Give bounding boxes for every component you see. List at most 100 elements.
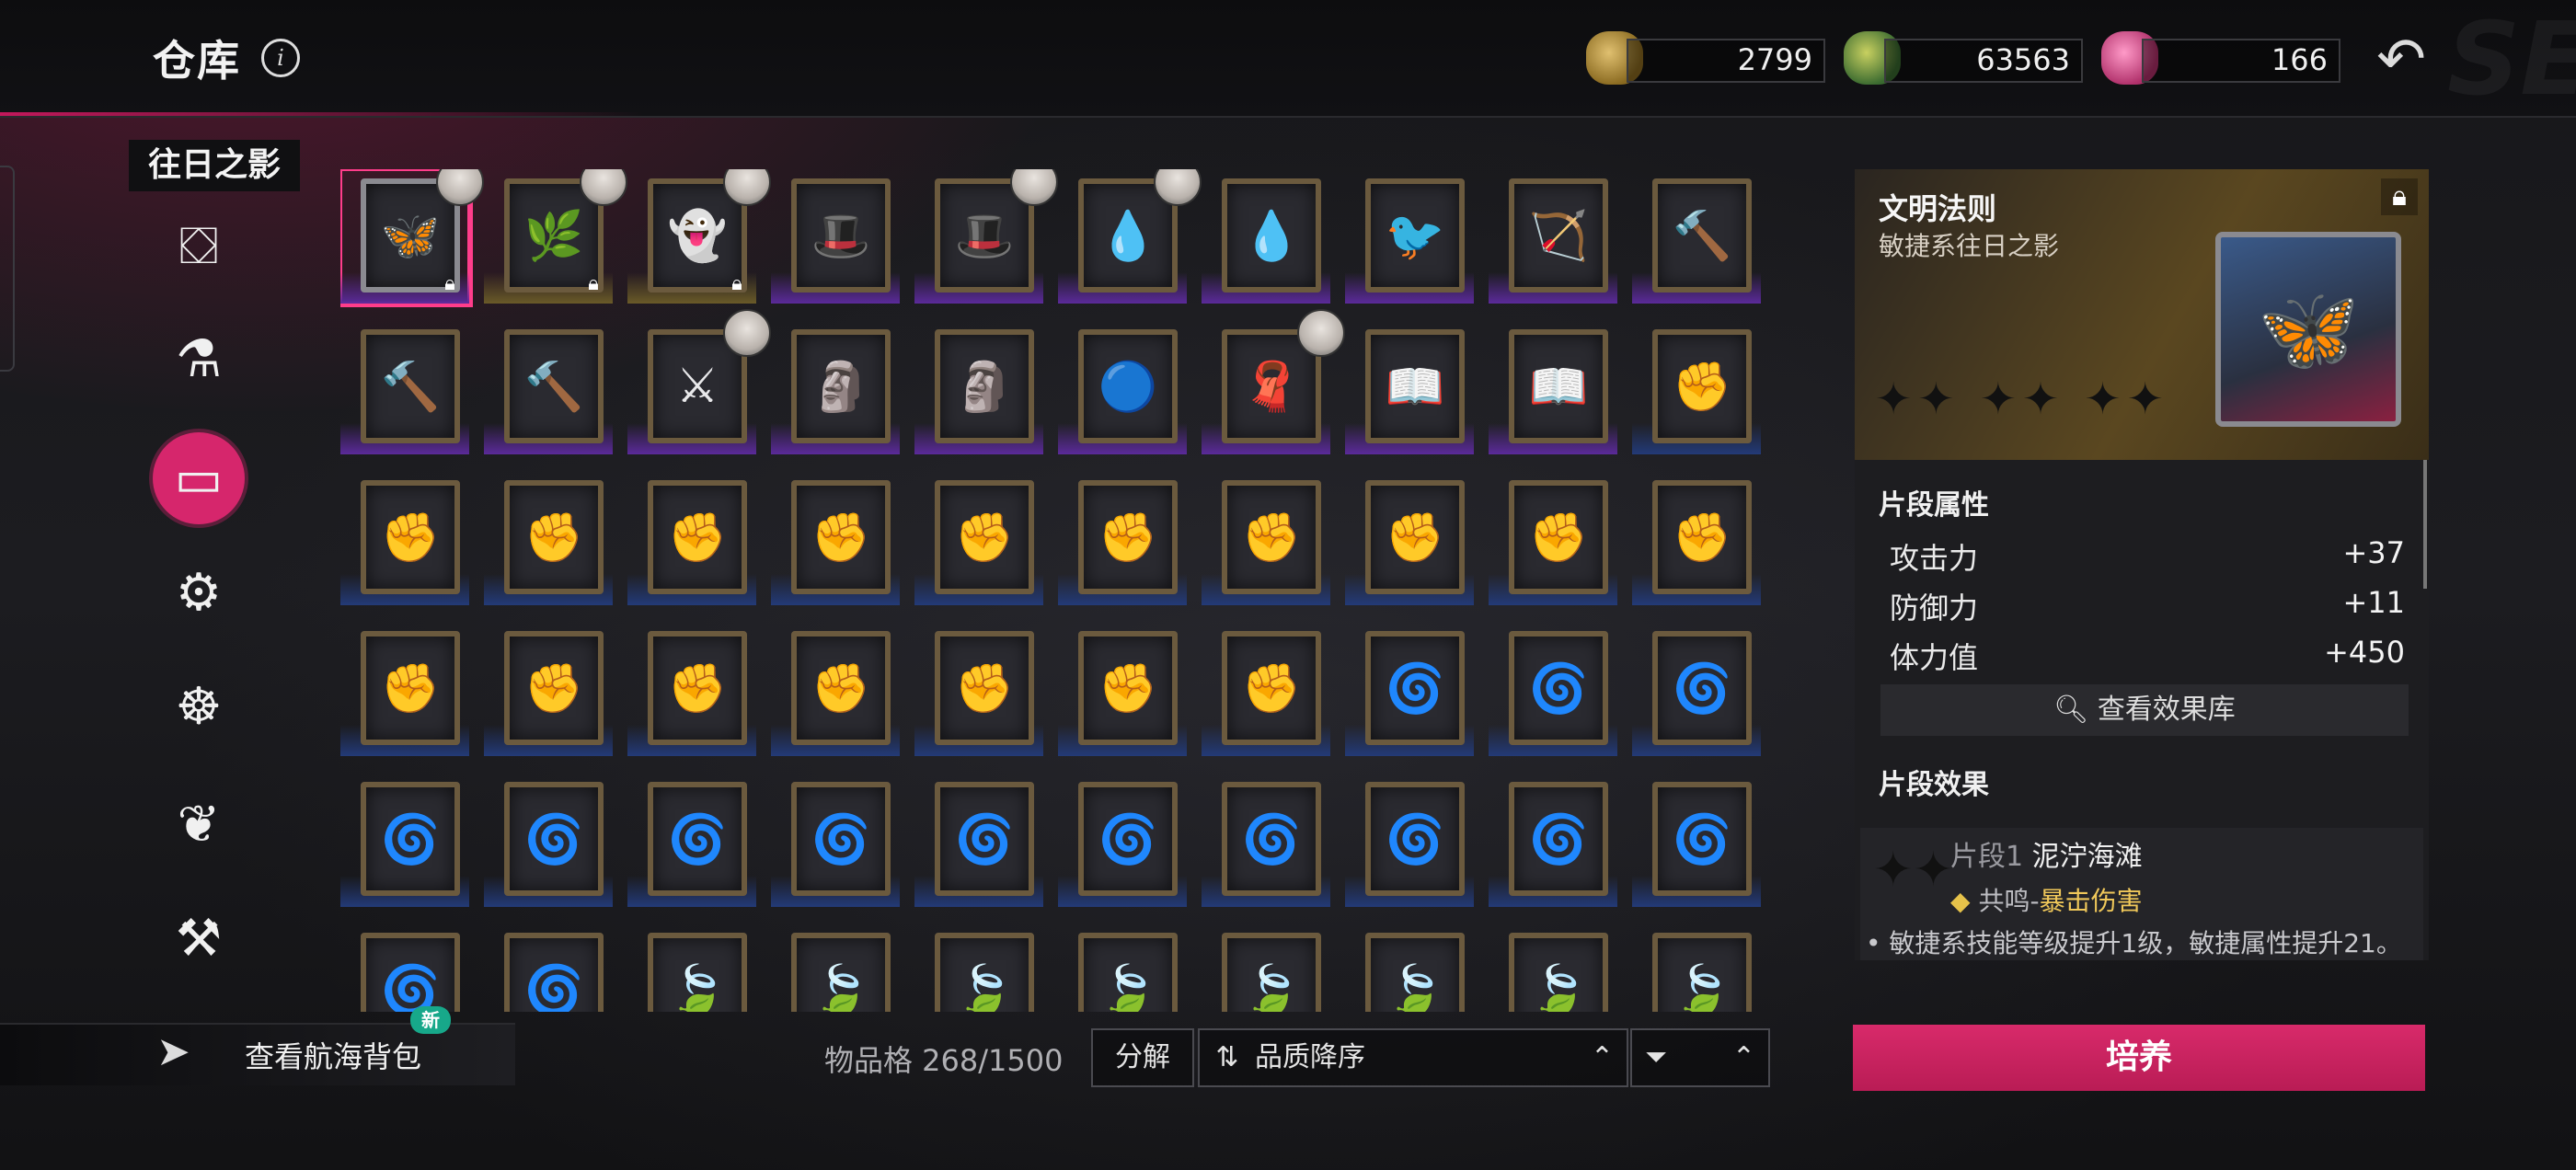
item-slot[interactable]: 🍃	[914, 923, 1043, 1012]
currency-box: 2799	[1627, 39, 1825, 83]
item-slot[interactable]: ⚔	[627, 309, 771, 454]
item-slot[interactable]: ✊	[771, 622, 900, 756]
item-slot[interactable]: 🌀	[914, 773, 1043, 907]
rating-stars: ✦✦ ✦✦ ✦✦	[1875, 373, 2169, 425]
effect-level: 片段1	[1950, 841, 2024, 873]
chevron-up-icon: ⌃	[1731, 1041, 1755, 1073]
item-slot[interactable]: 🌀	[484, 923, 613, 1012]
view-bag-link[interactable]: 查看航海背包	[245, 1034, 421, 1076]
back-arrow-icon[interactable]: ↶	[2364, 28, 2438, 92]
item-slot[interactable]: 📖	[1345, 320, 1474, 454]
treasure-chest-icon[interactable]: ⛋	[153, 201, 245, 292]
item-slot[interactable]: 🦋 🔒︎	[340, 169, 484, 307]
item-slot[interactable]: 🍃	[771, 923, 900, 1012]
item-art: ✊	[504, 480, 604, 594]
item-slot[interactable]: 🌀	[1632, 773, 1761, 907]
sort-dropdown[interactable]: ⇅ 品质降序 ⌃	[1198, 1028, 1628, 1087]
item-slot[interactable]: 🧣	[1202, 309, 1345, 454]
item-slot[interactable]: 📖	[1489, 320, 1617, 454]
filter-button[interactable]: ⏷ ⌃	[1630, 1028, 1770, 1087]
lock-icon[interactable]: 🔒︎	[2381, 178, 2418, 215]
item-art: ✊	[1509, 480, 1608, 594]
item-slot[interactable]: 👻 🔒︎	[627, 169, 771, 304]
item-slot[interactable]: ✊	[914, 622, 1043, 756]
attr-value: +37	[2342, 535, 2405, 570]
potion-bottle-icon[interactable]: ⚗	[153, 313, 245, 405]
train-button[interactable]: 培养	[1853, 1025, 2425, 1091]
item-slot[interactable]: 🌀	[1345, 773, 1474, 907]
item-slot[interactable]: 🍃	[1489, 923, 1617, 1012]
item-slot[interactable]: 🔨	[484, 320, 613, 454]
herb-branch-icon[interactable]: ❦	[153, 778, 245, 870]
search-icon: 🔍︎	[2053, 694, 2098, 726]
item-slot[interactable]: 🍃	[1345, 923, 1474, 1012]
item-slot[interactable]: 🌀	[1489, 773, 1617, 907]
item-slot[interactable]: ✊	[1058, 622, 1187, 756]
item-slot[interactable]: 🌀	[771, 773, 900, 907]
item-slot[interactable]: ✊	[627, 622, 756, 756]
item-slot[interactable]: ✊	[1632, 320, 1761, 454]
cog-icon[interactable]: ⚙	[153, 546, 245, 638]
item-slot[interactable]: ✊	[1345, 471, 1474, 605]
item-slot[interactable]: ✊	[484, 622, 613, 756]
item-slot[interactable]: ✊	[771, 471, 900, 605]
item-slot[interactable]: ✊	[1632, 471, 1761, 605]
item-slot[interactable]: 🌀	[1345, 622, 1474, 756]
item-slot[interactable]: 🌀	[340, 773, 469, 907]
item-slot[interactable]: 🍃	[627, 923, 756, 1012]
info-icon[interactable]: i	[261, 39, 300, 77]
item-slot[interactable]: ✊	[340, 471, 469, 605]
item-slot[interactable]: ✊	[914, 471, 1043, 605]
item-slot[interactable]: ✊	[484, 471, 613, 605]
item-slot[interactable]: 🏹	[1489, 169, 1617, 304]
item-slot[interactable]: 💧	[1058, 169, 1202, 304]
item-slot[interactable]: 🔨	[1632, 169, 1761, 304]
item-slot[interactable]: ✊	[1202, 471, 1330, 605]
decompose-button[interactable]: 分解	[1091, 1028, 1194, 1087]
item-slot[interactable]: 🍃	[1058, 923, 1187, 1012]
item-slot[interactable]: ✊	[627, 471, 756, 605]
attr-section-title: 片段属性	[1879, 489, 1989, 522]
detail-scrollbar[interactable]	[2423, 460, 2427, 589]
item-slot[interactable]: 🌀	[627, 773, 756, 907]
item-slot[interactable]: ✊	[1202, 622, 1330, 756]
item-slot[interactable]: 🗿	[771, 320, 900, 454]
item-slot[interactable]: 🌀	[1489, 622, 1617, 756]
item-slot[interactable]: 🌀	[484, 773, 613, 907]
item-slot[interactable]: ✊	[1489, 471, 1617, 605]
item-art: ✊	[935, 480, 1034, 594]
item-slot[interactable]: 🍃	[1632, 923, 1761, 1012]
view-effect-library-button[interactable]: 🔍︎ 查看效果库	[1880, 684, 2409, 736]
item-slot[interactable]: 🎩	[771, 169, 900, 304]
item-slot[interactable]: 🍃	[1202, 923, 1330, 1012]
item-slot[interactable]: 🔵	[1058, 320, 1187, 454]
picture-frame-icon[interactable]: ▭	[153, 432, 245, 524]
item-art: ✊	[1652, 329, 1752, 443]
item-art: ✊	[1652, 480, 1752, 594]
item-art: ✊	[791, 480, 891, 594]
item-type: 敏捷系往日之影	[1879, 231, 2060, 261]
item-slot[interactable]: ✊	[1058, 471, 1187, 605]
item-slot[interactable]: 🌀	[1632, 622, 1761, 756]
item-slot[interactable]: 🔨	[340, 320, 469, 454]
shovel-icon[interactable]: ⚒	[153, 892, 245, 984]
item-slot[interactable]: 🌀	[1058, 773, 1187, 907]
item-slot[interactable]: 🌀	[340, 923, 469, 1012]
detail-panel: 文明法则 敏捷系往日之影 🔒︎ ✦✦ ✦✦ ✦✦ 🦋 片段属性 攻击力 +37 …	[1855, 169, 2429, 960]
item-art: ✊	[361, 480, 460, 594]
item-slot[interactable]: ✊	[340, 622, 469, 756]
attr-row: 体力值 +450	[1890, 635, 2405, 677]
item-art: 💧	[1222, 178, 1321, 292]
item-slot[interactable]: 🌀	[1202, 773, 1330, 907]
item-slot[interactable]: 💧	[1202, 169, 1330, 304]
item-slot[interactable]: 🗿	[914, 320, 1043, 454]
item-art: 🌀	[1365, 631, 1465, 745]
item-art: 🍃	[935, 933, 1034, 1012]
item-slot[interactable]: 🐦	[1345, 169, 1474, 304]
item-art: 🔵	[1078, 329, 1178, 443]
item-slot[interactable]: 🎩	[914, 169, 1058, 304]
ship-wheel-icon[interactable]: ☸	[153, 660, 245, 752]
item-slot[interactable]: 🌿 🔒︎	[484, 169, 627, 304]
item-art: ✊	[1078, 480, 1178, 594]
resonance-icon: ◆	[1950, 886, 1971, 916]
